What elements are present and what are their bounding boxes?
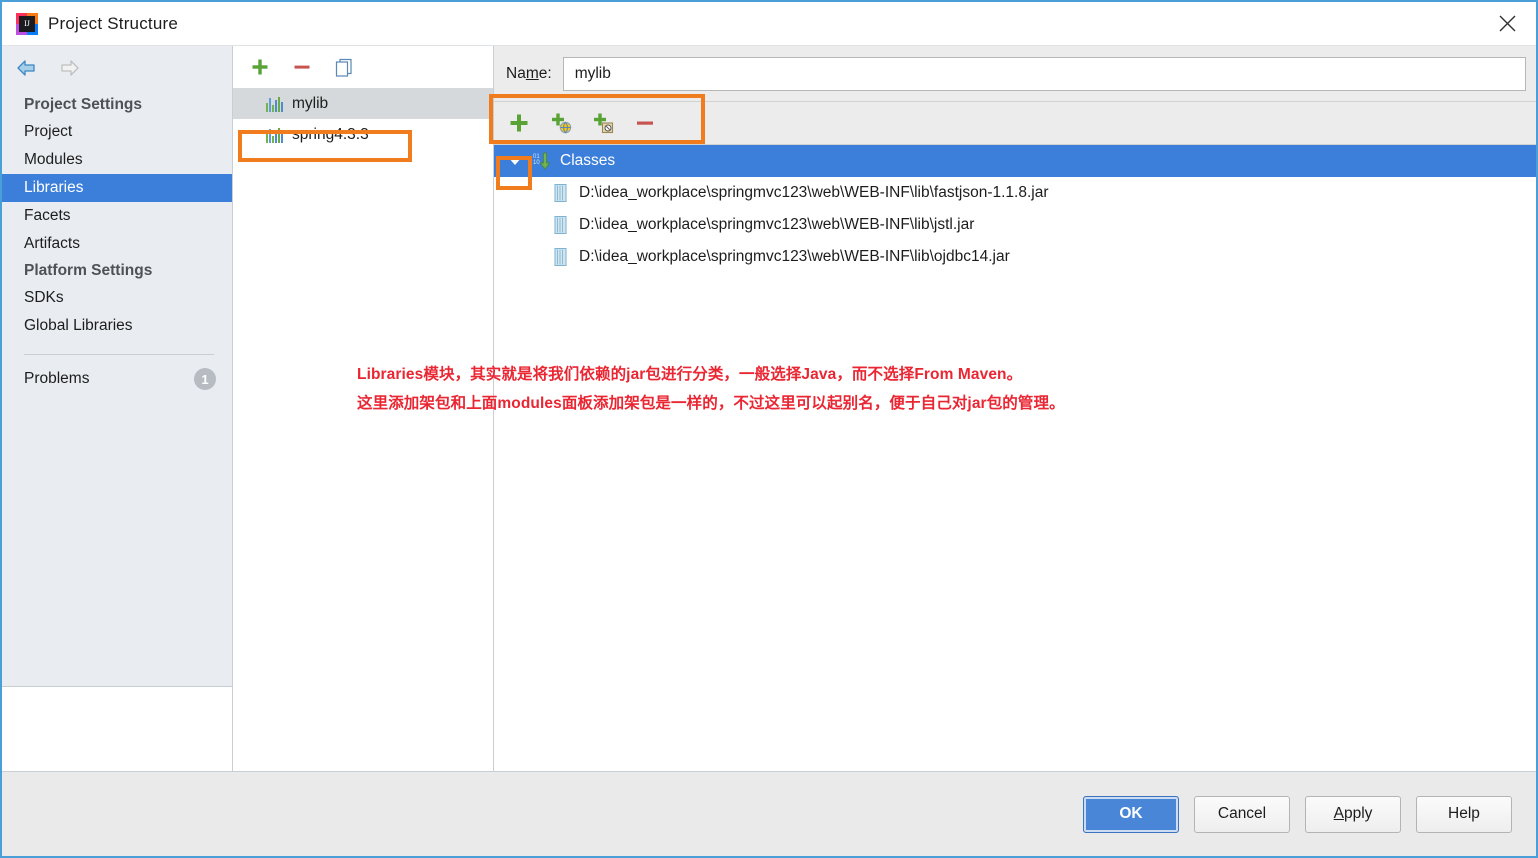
- library-roots-toolbar: [494, 102, 1536, 145]
- name-row: Name: mylib: [494, 46, 1536, 102]
- libraries-list: mylib spring4.3.3: [233, 88, 493, 150]
- plus-icon[interactable]: [247, 54, 273, 80]
- apply-button[interactable]: Apply: [1305, 795, 1401, 833]
- libraries-toolbar: [233, 46, 493, 88]
- window-title: Project Structure: [48, 13, 179, 33]
- arrow-right-icon: [56, 57, 82, 79]
- dialog-footer: OK Cancel Apply Help: [2, 771, 1536, 856]
- library-icon: [266, 127, 283, 143]
- sidebar-bottom-filler: [2, 686, 232, 771]
- sidebar-group-platform-settings: Platform Settings: [24, 262, 153, 279]
- settings-sidebar: Project Settings Project Modules Librari…: [2, 46, 233, 771]
- jar-glyph: [554, 184, 567, 202]
- sidebar-list: Project Settings Project Modules Librari…: [2, 90, 232, 393]
- classes-glyph: 01 10: [533, 152, 551, 170]
- sidebar-item-modules[interactable]: Modules: [2, 146, 232, 174]
- annotation-overlay: Libraries模块，其实就是将我们依赖的jar包进行分类，一般选择Java，…: [357, 360, 1187, 418]
- apply-button-rest: pply: [1343, 805, 1373, 822]
- library-item-mylib[interactable]: mylib: [233, 88, 493, 119]
- sidebar-item-global-libraries[interactable]: Global Libraries: [2, 312, 232, 340]
- plus-globe-icon[interactable]: [548, 110, 574, 136]
- project-structure-dialog: IJ Project Structure Project Settings Pr…: [0, 0, 1538, 858]
- jar-file-icon: [554, 248, 567, 266]
- jar-file-icon: [554, 184, 567, 202]
- library-item-label: mylib: [292, 94, 329, 112]
- tree-node-label: Classes: [560, 152, 616, 169]
- svg-text:10: 10: [533, 160, 540, 166]
- copy-glyph: [335, 58, 352, 77]
- plus-package-glyph: [594, 113, 614, 134]
- tree-row[interactable]: D:\idea_workplace\springmvc123\web\WEB-I…: [494, 209, 1536, 241]
- cancel-button[interactable]: Cancel: [1194, 795, 1290, 833]
- annotation-line-2: 这里添加架包和上面modules面板添加架包是一样的，不过这里可以起别名，便于自…: [357, 395, 1065, 412]
- sidebar-item-sdks[interactable]: SDKs: [2, 284, 232, 312]
- tree-row[interactable]: D:\idea_workplace\springmvc123\web\WEB-I…: [494, 177, 1536, 209]
- minus-icon[interactable]: [632, 110, 658, 136]
- library-icon: [266, 96, 283, 112]
- sidebar-item-libraries[interactable]: Libraries: [2, 174, 232, 202]
- title-bar: IJ Project Structure: [2, 2, 1536, 46]
- intellij-idea-icon: IJ: [16, 12, 38, 35]
- tree-node-classes[interactable]: 01 10 Classes: [494, 145, 1536, 177]
- arrow-left-glyph: [17, 60, 35, 76]
- plus-glyph: [252, 59, 268, 75]
- copy-icon[interactable]: [331, 54, 357, 80]
- sidebar-item-project[interactable]: Project: [2, 118, 232, 146]
- library-item-spring433[interactable]: spring4.3.3: [233, 119, 493, 150]
- problems-label: Problems: [24, 370, 90, 387]
- jar-glyph: [554, 248, 567, 266]
- ok-button[interactable]: OK: [1083, 795, 1179, 833]
- classes-down-arrow-icon: 01 10: [532, 151, 552, 171]
- name-label: Name:: [506, 64, 552, 82]
- sidebar-group-project-settings: Project Settings: [24, 96, 142, 113]
- plus-glyph: [510, 114, 528, 132]
- close-glyph: [1499, 15, 1515, 31]
- annotation-line-1: Libraries模块，其实就是将我们依赖的jar包进行分类，一般选择Java，…: [357, 366, 1023, 383]
- help-button[interactable]: Help: [1416, 795, 1512, 833]
- problems-count-badge: 1: [194, 368, 216, 390]
- sidebar-item-facets[interactable]: Facets: [2, 202, 232, 230]
- jar-path-label: D:\idea_workplace\springmvc123\web\WEB-I…: [579, 216, 975, 233]
- sidebar-divider: [24, 354, 214, 355]
- sidebar-item-artifacts[interactable]: Artifacts: [2, 230, 232, 258]
- sidebar-item-problems[interactable]: Problems 1: [2, 365, 232, 393]
- arrow-left-icon[interactable]: [14, 57, 40, 79]
- jar-path-label: D:\idea_workplace\springmvc123\web\WEB-I…: [579, 184, 1049, 201]
- name-input[interactable]: mylib: [562, 56, 1526, 91]
- tree-row[interactable]: D:\idea_workplace\springmvc123\web\WEB-I…: [494, 241, 1536, 273]
- dialog-body: Project Settings Project Modules Librari…: [2, 46, 1536, 771]
- chevron-down-icon[interactable]: [508, 157, 522, 165]
- library-item-label: spring4.3.3: [292, 125, 369, 143]
- jar-path-label: D:\idea_workplace\springmvc123\web\WEB-I…: [579, 248, 1010, 265]
- plus-icon[interactable]: [506, 110, 532, 136]
- library-roots-tree: 01 10 Classes D:\idea_workplace\springmv…: [494, 145, 1536, 771]
- arrow-right-glyph: [61, 60, 79, 76]
- navigation-arrows: [2, 46, 232, 90]
- minus-glyph: [637, 121, 653, 125]
- plus-globe-glyph: [552, 113, 572, 134]
- minus-glyph: [294, 65, 310, 69]
- jar-file-icon: [554, 216, 567, 234]
- close-icon[interactable]: [1478, 2, 1536, 44]
- minus-icon[interactable]: [289, 54, 315, 80]
- plus-package-icon[interactable]: [590, 110, 616, 136]
- jar-glyph: [554, 216, 567, 234]
